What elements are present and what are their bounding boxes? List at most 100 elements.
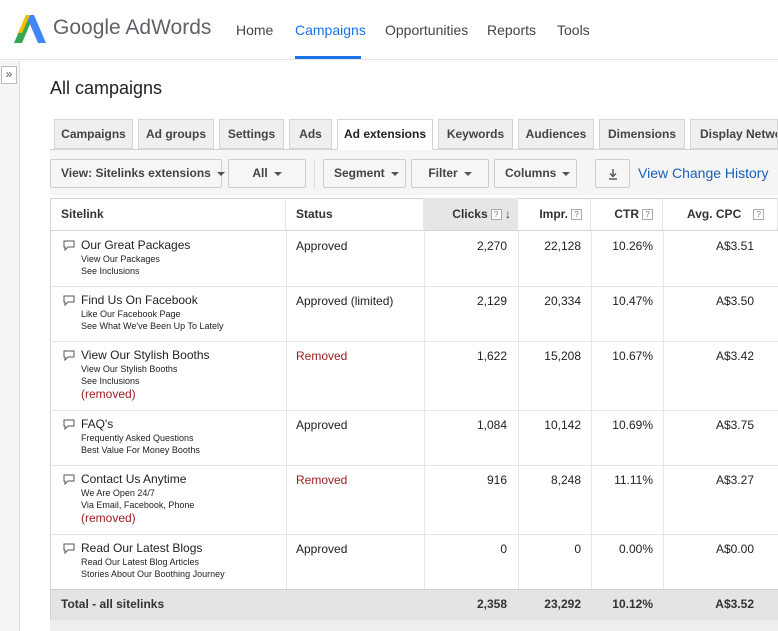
column-header-ctr[interactable]: CTR? <box>591 198 663 231</box>
tab-campaigns[interactable]: Campaigns <box>54 119 133 149</box>
clicks-cell: 2,129 <box>476 294 507 308</box>
columns-dropdown[interactable]: Columns <box>494 159 577 188</box>
chevron-down-icon <box>390 171 399 176</box>
status-cell: Approved (limited) <box>296 294 394 308</box>
avg-cpc-cell: A$3.51 <box>715 239 754 253</box>
chevron-down-icon <box>273 171 282 176</box>
avg-cpc-cell: A$3.75 <box>715 418 754 432</box>
impressions-cell: 8,248 <box>550 473 581 487</box>
impressions-cell: 22,128 <box>544 239 581 253</box>
sitelink-description-1: Frequently Asked Questions <box>81 433 194 443</box>
status-cell: Removed <box>296 349 348 363</box>
column-header-ctr-label: CTR <box>614 207 639 221</box>
chevron-down-icon <box>216 171 225 176</box>
tab-audiences[interactable]: Audiences <box>518 119 594 149</box>
sitelink-description-1: Read Our Latest Blog Articles <box>81 557 200 567</box>
ctr-cell: 10.67% <box>612 349 653 363</box>
removed-label: (removed) <box>81 511 136 525</box>
sitelink-cell[interactable]: Contact Us Anytime We Are Open 24/7 Via … <box>81 472 194 525</box>
impressions-cell: 0 <box>574 542 581 556</box>
avg-cpc-cell: A$3.50 <box>715 294 754 308</box>
help-icon[interactable]: ? <box>571 209 582 221</box>
sitelink-cell[interactable]: View Our Stylish Booths View Our Stylish… <box>81 348 210 401</box>
adwords-logo-icon[interactable] <box>14 13 46 45</box>
view-change-history-link[interactable]: View Change History <box>638 165 768 181</box>
total-impressions: 23,292 <box>544 597 581 611</box>
impressions-cell: 20,334 <box>544 294 581 308</box>
help-icon[interactable]: ? <box>490 209 502 221</box>
column-header-clicks[interactable]: Clicks? ↓ <box>424 198 518 231</box>
impressions-cell: 15,208 <box>544 349 581 363</box>
filter-dropdown[interactable]: Filter <box>411 159 489 188</box>
view-dropdown-label: View: Sitelinks extensions <box>61 166 211 180</box>
sitelink-description-1: Like Our Facebook Page <box>81 309 181 319</box>
clicks-cell: 916 <box>486 473 507 487</box>
sitelink-title[interactable]: View Our Stylish Booths <box>81 348 210 362</box>
all-dropdown[interactable]: All <box>228 159 306 188</box>
column-header-status[interactable]: Status <box>286 198 424 231</box>
column-header-clicks-label: Clicks <box>452 207 488 221</box>
ctr-cell: 10.26% <box>612 239 653 253</box>
view-dropdown[interactable]: View: Sitelinks extensions <box>50 159 225 188</box>
help-icon[interactable]: ? <box>753 209 765 221</box>
nav-reports[interactable]: Reports <box>487 22 536 38</box>
status-cell: Approved <box>296 239 348 253</box>
nav-campaigns[interactable]: Campaigns <box>295 22 366 38</box>
column-header-sitelink[interactable]: Sitelink <box>51 198 286 231</box>
avg-cpc-cell: A$0.00 <box>715 542 754 556</box>
sitelink-description-2: Best Value For Money Booths <box>81 445 200 455</box>
sitelink-title[interactable]: Read Our Latest Blogs <box>81 541 225 555</box>
column-header-impressions-label: Impr. <box>539 207 568 221</box>
status-cell: Removed <box>296 473 348 487</box>
nav-tools[interactable]: Tools <box>557 22 590 38</box>
sort-descending-icon: ↓ <box>505 207 511 221</box>
sitelink-cell[interactable]: Our Great Packages View Our Packages See… <box>81 238 190 277</box>
nav-active-indicator <box>295 56 361 59</box>
tab-ad-extensions[interactable]: Ad extensions <box>337 119 433 150</box>
download-icon <box>609 169 617 180</box>
column-header-impressions[interactable]: Impr.? <box>518 198 591 231</box>
clicks-cell: 0 <box>500 542 507 556</box>
comment-icon <box>63 295 75 306</box>
comment-icon <box>63 543 75 554</box>
help-icon[interactable]: ? <box>642 209 653 221</box>
column-header-sitelink-label: Sitelink <box>61 207 104 221</box>
nav-opportunities[interactable]: Opportunities <box>385 22 468 38</box>
nav-home[interactable]: Home <box>236 22 273 38</box>
sitelink-title[interactable]: Contact Us Anytime <box>81 472 194 486</box>
all-dropdown-label: All <box>252 166 268 180</box>
comment-icon <box>63 350 75 361</box>
row-divider <box>51 465 778 466</box>
tab-display-network[interactable]: Display Network <box>690 119 778 149</box>
segment-dropdown[interactable]: Segment <box>323 159 406 188</box>
tab-keywords[interactable]: Keywords <box>438 119 513 149</box>
chevron-down-icon <box>463 171 472 176</box>
download-button[interactable] <box>595 159 630 188</box>
tab-ad-groups[interactable]: Ad groups <box>138 119 214 149</box>
column-header-status-label: Status <box>296 207 333 221</box>
page-title: All campaigns <box>50 78 163 98</box>
sitelink-description-1: View Our Packages <box>81 254 160 264</box>
sitelink-cell[interactable]: Find Us On Facebook Like Our Facebook Pa… <box>81 293 223 332</box>
tab-dimensions[interactable]: Dimensions <box>599 119 685 149</box>
row-divider <box>51 534 778 535</box>
brand-name[interactable]: Google AdWords <box>53 16 211 40</box>
status-cell: Approved <box>296 542 348 556</box>
tab-ads[interactable]: Ads <box>289 119 332 149</box>
sitelink-cell[interactable]: FAQ's Frequently Asked Questions Best Va… <box>81 417 200 456</box>
sitelink-title[interactable]: FAQ's <box>81 417 200 431</box>
sitelink-title[interactable]: Our Great Packages <box>81 238 190 252</box>
column-header-avg-cpc[interactable]: Avg. CPC? <box>663 198 778 231</box>
total-clicks: 2,358 <box>476 597 507 611</box>
sitelink-description-2: See Inclusions <box>81 376 140 386</box>
tab-settings[interactable]: Settings <box>219 119 284 149</box>
sitelink-title[interactable]: Find Us On Facebook <box>81 293 223 307</box>
column-header-avg-cpc-label: Avg. CPC <box>687 207 742 221</box>
comment-icon <box>63 419 75 430</box>
expand-sidebar-button[interactable]: » <box>1 66 17 84</box>
toolbar-divider <box>314 160 315 188</box>
removed-label: (removed) <box>81 387 136 401</box>
sitelink-cell[interactable]: Read Our Latest Blogs Read Our Latest Bl… <box>81 541 225 580</box>
clicks-cell: 1,622 <box>476 349 507 363</box>
ctr-cell: 0.00% <box>618 542 653 556</box>
